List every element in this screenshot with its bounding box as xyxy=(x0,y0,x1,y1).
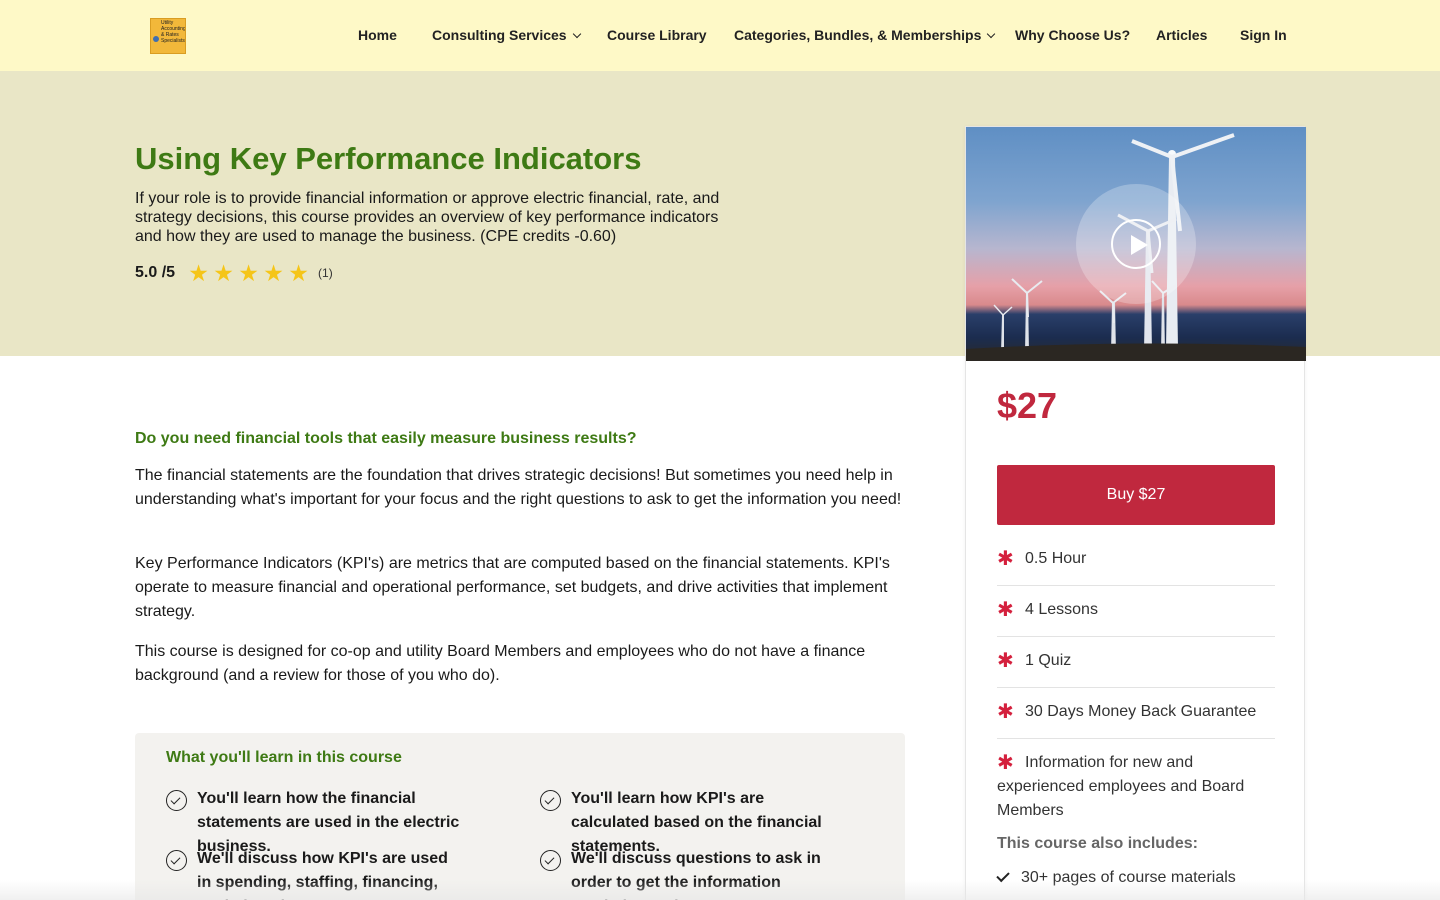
course-feature: ✱ 4 Lessons xyxy=(997,586,1275,637)
course-feature-text: 4 Lessons xyxy=(1025,601,1098,618)
course-feature-text: 1 Quiz xyxy=(1025,652,1072,669)
star-icon: ★ xyxy=(213,259,234,286)
includes-item-text: 30+ pages of course materials xyxy=(1021,869,1236,886)
nav-articles[interactable]: Articles xyxy=(1156,26,1207,44)
learning-outcomes-box: What you'll learn in this course You'll … xyxy=(135,733,905,900)
body-paragraph: Key Performance Indicators (KPI's) are m… xyxy=(135,555,890,620)
learning-outcomes-title: What you'll learn in this course xyxy=(166,749,402,766)
check-circle-icon xyxy=(166,850,187,871)
nav-categories[interactable]: Categories, Bundles, & Memberships xyxy=(734,26,996,44)
course-feature-text: 30 Days Money Back Guarantee xyxy=(1025,703,1257,720)
includes-item: 30+ pages of course materials xyxy=(996,868,1236,887)
learning-outcome-text: You'll learn how the financial statement… xyxy=(197,790,460,855)
check-circle-icon xyxy=(540,790,561,811)
purchase-card: $27 Buy $27 ✱ 0.5 Hour ✱ 4 Lessons ✱ 1 Quiz… xyxy=(965,126,1306,900)
play-icon[interactable] xyxy=(1111,219,1161,269)
nav-sign-in[interactable]: Sign In xyxy=(1240,26,1287,44)
rating-count[interactable]: (1) xyxy=(318,266,333,280)
course-feature: ✱ 1 Quiz xyxy=(997,637,1275,688)
learning-outcome-item: We'll discuss questions to ask in order … xyxy=(540,847,840,900)
chevron-down-icon xyxy=(987,29,996,39)
course-feature: ✱ 0.5 Hour xyxy=(997,535,1275,586)
asterisk-icon: ✱ xyxy=(997,650,1014,672)
section-heading: Do you need financial tools that easily … xyxy=(135,430,637,447)
course-feature: ✱ Information for new and experienced emp… xyxy=(997,739,1275,837)
rating-stars: ★ ★ ★ ★ ★ xyxy=(187,259,310,286)
buy-button[interactable]: Buy $27 xyxy=(997,465,1275,525)
course-feature-text: 0.5 Hour xyxy=(1025,550,1087,567)
course-feature: ✱ 30 Days Money Back Guarantee xyxy=(997,688,1275,739)
course-description: If your role is to provide financial inf… xyxy=(135,190,720,245)
rating-score: 5.0 /5 xyxy=(135,264,176,281)
course-feature-text: Information for new and experienced empl… xyxy=(997,754,1245,819)
learning-outcome-text: We'll discuss questions to ask in order … xyxy=(571,850,821,900)
asterisk-icon: ✱ xyxy=(997,701,1014,723)
asterisk-icon: ✱ xyxy=(997,599,1014,621)
body-paragraph: This course is designed for co-op and ut… xyxy=(135,643,866,684)
learning-outcome-text: You'll learn how KPI's are calculated ba… xyxy=(571,790,822,855)
course-preview-video[interactable] xyxy=(966,127,1306,361)
check-circle-icon xyxy=(540,850,561,871)
asterisk-icon: ✱ xyxy=(997,548,1014,570)
learning-outcome-text: We'll discuss how KPI's are used in spen… xyxy=(197,850,448,900)
star-icon: ★ xyxy=(288,259,309,286)
course-rating: 5.0 /5 ★ ★ ★ ★ ★ (1) xyxy=(135,261,333,285)
course-title: Using Key Performance Indicators xyxy=(135,141,642,176)
check-circle-icon xyxy=(166,790,187,811)
check-icon xyxy=(996,868,1010,883)
top-navbar: Utility Accounting & Rates Specialists H… xyxy=(0,0,1440,71)
course-features-list: ✱ 0.5 Hour ✱ 4 Lessons ✱ 1 Quiz ✱ 30 Days Mo… xyxy=(997,535,1275,837)
nav-why-choose-us[interactable]: Why Choose Us? xyxy=(1015,26,1130,44)
star-icon: ★ xyxy=(238,259,259,286)
nav-home[interactable]: Home xyxy=(358,26,397,44)
chevron-down-icon xyxy=(572,29,581,39)
nav-course-library[interactable]: Course Library xyxy=(607,26,707,44)
learning-outcome-item: We'll discuss how KPI's are used in spen… xyxy=(166,847,466,900)
course-price: $27 xyxy=(997,385,1058,426)
body-paragraph: The financial statements are the foundat… xyxy=(135,467,902,508)
includes-heading: This course also includes: xyxy=(997,835,1198,852)
star-icon: ★ xyxy=(188,259,209,286)
nav-consulting-label: Consulting Services xyxy=(432,27,567,43)
main-nav: Home Consulting Services Course Library … xyxy=(0,26,1440,46)
asterisk-icon: ✱ xyxy=(997,752,1014,774)
nav-categories-label: Categories, Bundles, & Memberships xyxy=(734,27,982,43)
star-icon: ★ xyxy=(263,259,284,286)
nav-consulting-services[interactable]: Consulting Services xyxy=(432,26,581,44)
